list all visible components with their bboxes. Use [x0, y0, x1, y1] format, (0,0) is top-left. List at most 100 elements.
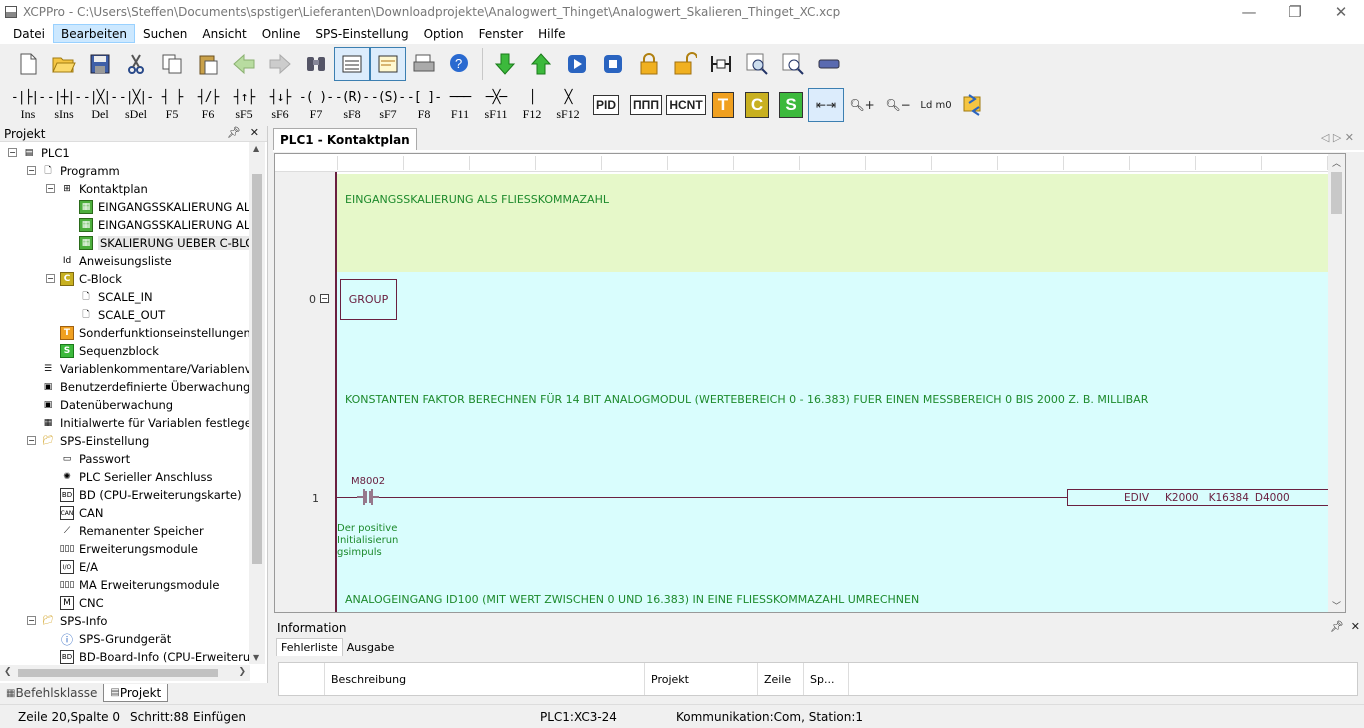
menu-datei[interactable]: Datei	[6, 24, 52, 43]
run-icon[interactable]	[559, 47, 595, 81]
ladder-box-4-button[interactable]: C	[740, 88, 774, 122]
ladder-canvas[interactable]: EINGANGSSKALIERUNG ALS FLIESSKOMMAZAHL 0…	[274, 153, 1346, 613]
ladder-tool-sf5-button[interactable]: ┤↑├ sF5	[226, 86, 262, 124]
menu-hilfe[interactable]: Hilfe	[531, 24, 572, 43]
tree-item[interactable]: I/O E/A	[60, 558, 98, 576]
tree-item[interactable]: 📁︎ SPS-Einstellung	[41, 432, 149, 450]
ladder-box-1-button[interactable]: ΠΠΠ	[626, 88, 666, 122]
paste-icon[interactable]	[190, 47, 226, 81]
expander-minus-icon[interactable]: −	[46, 274, 55, 283]
column-header[interactable]: Zeile	[758, 663, 804, 695]
ladder-view-icon[interactable]	[334, 47, 370, 81]
zoom-in-icon[interactable]: 🔍︎+	[844, 88, 880, 122]
instruction-view-icon[interactable]	[370, 47, 406, 81]
close-panel-icon[interactable]: ✕	[250, 126, 259, 139]
convert-icon[interactable]	[956, 88, 992, 122]
menu-bearbeiten[interactable]: Bearbeiten	[53, 24, 135, 43]
expander-minus-icon[interactable]: −	[27, 436, 36, 445]
tree-item[interactable]: ☰ Variablenkommentare/Variablenverwendung	[41, 360, 250, 378]
tree-item[interactable]: ▣ Datenüberwachung	[41, 396, 173, 414]
collapse-icon[interactable]: −	[320, 294, 329, 303]
download-arrow-icon[interactable]	[487, 47, 523, 81]
ladder-box-3-button[interactable]: T	[706, 88, 740, 122]
ladder-box-2-button[interactable]: HCNT	[666, 88, 706, 122]
ladder-tool-sf6-button[interactable]: ┤↓├ sF6	[262, 86, 298, 124]
menu-option[interactable]: Option	[417, 24, 471, 43]
ladder-diagram-icon[interactable]	[703, 47, 739, 81]
ladder-box-0-button[interactable]: PID	[586, 88, 626, 122]
tab-ausgabe[interactable]: Ausgabe	[343, 638, 399, 656]
tree-vertical-scrollbar[interactable]: ▲ ▼	[249, 142, 265, 664]
tree-item[interactable]: ⓘ SPS-Grundgerät	[60, 630, 171, 648]
expander-minus-icon[interactable]: −	[27, 616, 36, 625]
ladder-tool-sf12-button[interactable]: ╳ sF12	[550, 86, 586, 124]
ladder-box-5-button[interactable]: S	[774, 88, 808, 122]
ladder-tool-sf7-button[interactable]: -(S)- sF7	[370, 86, 406, 124]
forward-arrow-icon[interactable]	[262, 47, 298, 81]
pin-icon[interactable]: 📌︎	[1330, 620, 1344, 633]
lock-icon[interactable]	[631, 47, 667, 81]
minimize-button[interactable]: —	[1226, 0, 1272, 23]
monitor-zoom-icon[interactable]	[739, 47, 775, 81]
menu-ansicht[interactable]: Ansicht	[195, 24, 253, 43]
ladder-tool-f12-button[interactable]: │ F12	[514, 86, 550, 124]
tree-item[interactable]: ▦ EINGANGSSKALIERUNG ALS FLIESSKOMMAZAHL	[79, 198, 250, 216]
zoom-out-icon[interactable]: 🔍︎−	[880, 88, 916, 122]
close-button[interactable]: ✕	[1318, 0, 1364, 23]
tab-befehlsklasse[interactable]: ▦ Befehlsklasse	[0, 684, 103, 702]
ladder-tool-del-button[interactable]: -|╳|- Del	[82, 86, 118, 124]
tree-item[interactable]: 🗋︎ SCALE_IN	[79, 288, 152, 306]
ladder-tool-sf11-button[interactable]: ─╳─ sF11	[478, 86, 514, 124]
tree-item[interactable]: S Sequenzblock	[60, 342, 159, 360]
document-tab[interactable]: PLC1 - Kontaktplan	[273, 128, 417, 150]
tree-item[interactable]: Id Anweisungsliste	[60, 252, 172, 270]
print-icon[interactable]	[406, 47, 442, 81]
tree-item[interactable]: ▤ PLC1	[22, 144, 70, 162]
ladder-mode-toggle[interactable]: Ld m0	[916, 88, 956, 122]
tree-item[interactable]: 🗋︎ SCALE_OUT	[79, 306, 165, 324]
expander-minus-icon[interactable]: −	[8, 148, 17, 157]
ladder-tool-f6-button[interactable]: ┤/├ F6	[190, 86, 226, 124]
tree-item[interactable]: ▯▯▯ Erweiterungsmodule	[60, 540, 198, 558]
new-file-icon[interactable]	[10, 47, 46, 81]
back-arrow-icon[interactable]	[226, 47, 262, 81]
upload-arrow-icon[interactable]	[523, 47, 559, 81]
close-panel-icon[interactable]: ✕	[1351, 620, 1360, 633]
tree-item[interactable]: M CNC	[60, 594, 104, 612]
copy-icon[interactable]	[154, 47, 190, 81]
tree-item[interactable]: ▦ Initialwerte für Variablen festlegen	[41, 414, 250, 432]
ladder-tool-ins-button[interactable]: -|├|- Ins	[10, 86, 46, 124]
save-icon[interactable]	[82, 47, 118, 81]
expander-minus-icon[interactable]: −	[27, 166, 36, 175]
expander-minus-icon[interactable]: −	[46, 184, 55, 193]
tree-item[interactable]: T Sonderfunktionseinstellungen	[60, 324, 250, 342]
tab-projekt[interactable]: ▤ Projekt	[103, 684, 169, 702]
menu-online[interactable]: Online	[255, 24, 308, 43]
menu-sps-einstellung[interactable]: SPS-Einstellung	[308, 24, 415, 43]
tree-horizontal-scrollbar[interactable]: ❮ ❯	[0, 665, 250, 681]
ladder-tool-f11-button[interactable]: ─── F11	[442, 86, 478, 124]
tree-item[interactable]: ⟋ Remanenter Speicher	[60, 522, 204, 540]
search-zoom-icon[interactable]	[775, 47, 811, 81]
tree-item[interactable]: BD BD (CPU-Erweiterungskarte)	[60, 486, 242, 504]
ladder-tool-f5-button[interactable]: ┤ ├ F5	[154, 86, 190, 124]
tree-item[interactable]: BD BD-Board-Info (CPU-Erweiterungskarte)	[60, 648, 250, 664]
column-header[interactable]: Projekt	[645, 663, 758, 695]
column-header[interactable]: Beschreibung	[325, 663, 645, 695]
tab-nav-icon[interactable]: ◁ ▷ ✕	[1321, 131, 1354, 144]
help-icon[interactable]: ?	[442, 47, 478, 81]
menu-fenster[interactable]: Fenster	[472, 24, 531, 43]
pin-icon[interactable]: 📌︎	[227, 126, 241, 139]
cut-icon[interactable]	[118, 47, 154, 81]
tree-item[interactable]: ▯▯▯ MA Erweiterungsmodule	[60, 576, 220, 594]
column-header[interactable]: Sp...	[804, 663, 849, 695]
unlock-icon[interactable]	[667, 47, 703, 81]
normally-open-contact-icon[interactable]	[357, 488, 379, 506]
tree-item[interactable]: ⊞ Kontaktplan	[60, 180, 148, 198]
open-folder-icon[interactable]	[46, 47, 82, 81]
tab-fehlerliste[interactable]: Fehlerliste	[276, 638, 343, 656]
instruction-block[interactable]: EDIV K2000 K16384 D4000	[1067, 489, 1340, 506]
editor-vertical-scrollbar[interactable]: ︿ ﹀	[1328, 154, 1345, 612]
tree-item[interactable]: 🗋︎ Programm	[41, 162, 119, 180]
tree-item[interactable]: ▦ SKALIERUNG UEBER C-BLOCK	[79, 234, 250, 252]
